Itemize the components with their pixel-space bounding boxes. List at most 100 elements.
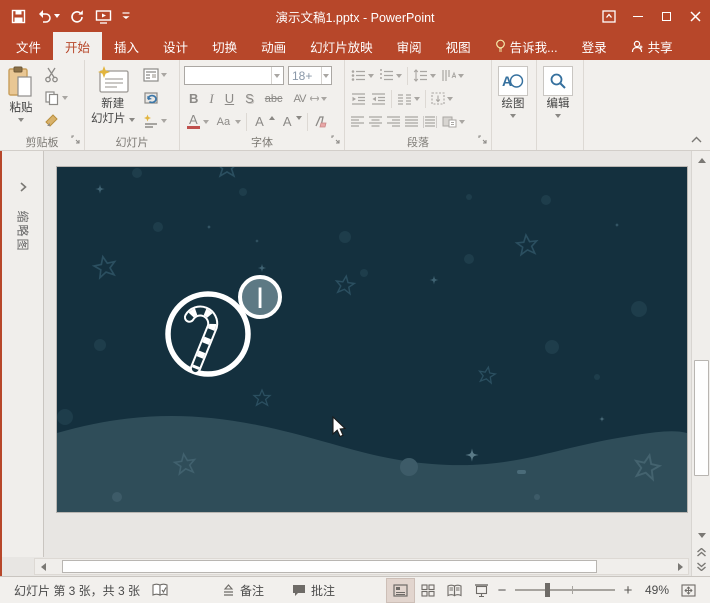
tab-slideshow[interactable]: 幻灯片放映: [298, 32, 385, 60]
normal-view-button[interactable]: [387, 579, 414, 602]
columns-caret[interactable]: [414, 97, 420, 101]
font-size-caret[interactable]: [321, 67, 331, 84]
align-center-button[interactable]: [367, 111, 384, 132]
new-slide-dropdown-caret[interactable]: [129, 118, 135, 122]
collapse-ribbon-button[interactable]: [691, 132, 702, 146]
scroll-up-button[interactable]: [693, 152, 710, 168]
fit-slide-to-window-button[interactable]: [675, 579, 702, 602]
cut-button[interactable]: [42, 64, 70, 85]
reading-view-button[interactable]: [441, 579, 468, 602]
thumbnail-pane-collapsed[interactable]: 缩略图: [2, 151, 44, 557]
copy-button[interactable]: [42, 87, 70, 108]
italic-button[interactable]: I: [204, 88, 218, 109]
font-dialog-launcher[interactable]: [331, 135, 340, 147]
tab-design[interactable]: 设计: [151, 32, 200, 60]
new-slide-button[interactable]: 新建 幻灯片: [87, 63, 139, 134]
zoom-in-button[interactable]: +: [621, 582, 635, 599]
scroll-right-button[interactable]: [672, 559, 688, 574]
tab-share[interactable]: 共享: [619, 32, 685, 60]
tab-animations[interactable]: 动画: [249, 32, 298, 60]
columns-button[interactable]: [395, 88, 422, 109]
zoom-percentage[interactable]: 49%: [635, 583, 669, 597]
drawing-group-button[interactable]: A 绘图: [494, 63, 532, 134]
start-slideshow-button[interactable]: [93, 7, 114, 26]
tab-insert[interactable]: 插入: [102, 32, 151, 60]
drawing-group-caret[interactable]: [510, 114, 516, 118]
tab-tell-me[interactable]: 告诉我...: [483, 32, 570, 60]
editing-group-caret[interactable]: [555, 114, 561, 118]
align-text-button[interactable]: [429, 88, 455, 109]
text-direction-caret[interactable]: [458, 74, 464, 78]
font-name-caret[interactable]: [271, 67, 283, 84]
align-left-button[interactable]: [349, 111, 366, 132]
spell-check-button[interactable]: [146, 583, 174, 597]
font-size-combobox[interactable]: [288, 66, 332, 85]
tab-sign-in[interactable]: 登录: [570, 32, 619, 60]
grow-font-button[interactable]: A: [250, 111, 277, 132]
zoom-slider-handle[interactable]: [545, 583, 550, 597]
notes-button[interactable]: 备注: [216, 582, 270, 599]
zoom-slider[interactable]: [515, 589, 615, 591]
clear-formatting-button[interactable]: [311, 111, 330, 132]
tab-review[interactable]: 审阅: [385, 32, 434, 60]
horizontal-scrollbar-thumb[interactable]: [62, 560, 597, 573]
numbering-caret[interactable]: [396, 74, 402, 78]
vertical-scrollbar[interactable]: [691, 151, 710, 576]
next-slide-button[interactable]: [693, 558, 710, 574]
minimize-button[interactable]: [623, 1, 652, 31]
paste-dropdown-caret[interactable]: [18, 118, 24, 122]
justify-button[interactable]: [403, 111, 420, 132]
change-case-caret[interactable]: [235, 120, 241, 124]
font-name-combobox[interactable]: [184, 66, 284, 85]
tab-home[interactable]: 开始: [53, 32, 102, 60]
copy-dropdown-caret[interactable]: [62, 96, 68, 100]
text-shadow-button[interactable]: S: [240, 88, 259, 109]
strikethrough-button[interactable]: abc: [260, 88, 288, 109]
tab-view[interactable]: 视图: [434, 32, 483, 60]
decrease-indent-button[interactable]: [349, 88, 368, 109]
tab-file[interactable]: 文件: [4, 32, 53, 60]
convert-smartart-button[interactable]: [440, 111, 467, 132]
save-button[interactable]: [9, 7, 28, 26]
slide-layout-button[interactable]: [141, 64, 169, 85]
increase-indent-button[interactable]: [369, 88, 388, 109]
font-color-button[interactable]: A: [184, 111, 211, 132]
undo-dropdown-caret[interactable]: [54, 14, 60, 18]
reset-slide-button[interactable]: [141, 87, 169, 108]
line-spacing-caret[interactable]: [430, 74, 436, 78]
convert-smartart-caret[interactable]: [459, 120, 465, 124]
slide-layout-caret[interactable]: [161, 73, 167, 77]
expand-thumbnails-button[interactable]: [19, 181, 27, 195]
change-case-button[interactable]: Aa: [212, 111, 243, 132]
paste-button[interactable]: 粘贴: [2, 63, 40, 134]
comments-button[interactable]: 批注: [286, 582, 341, 599]
section-button[interactable]: [141, 110, 169, 131]
bullets-caret[interactable]: [368, 74, 374, 78]
section-caret[interactable]: [161, 119, 167, 123]
font-size-input[interactable]: [289, 67, 321, 84]
align-right-button[interactable]: [385, 111, 402, 132]
numbering-button[interactable]: [377, 65, 404, 86]
align-text-caret[interactable]: [447, 97, 453, 101]
text-direction-button[interactable]: [439, 65, 466, 86]
tab-transitions[interactable]: 切换: [200, 32, 249, 60]
font-name-input[interactable]: [185, 67, 271, 84]
slide-canvas[interactable]: I: [57, 167, 687, 512]
font-color-caret[interactable]: [203, 120, 209, 124]
paragraph-dialog-launcher[interactable]: [478, 135, 487, 147]
ribbon-display-options-button[interactable]: [594, 1, 623, 31]
bullets-button[interactable]: [349, 65, 376, 86]
editing-group-button[interactable]: 编辑: [539, 63, 577, 134]
scroll-left-button[interactable]: [35, 559, 51, 574]
character-spacing-caret[interactable]: [321, 97, 327, 101]
undo-button[interactable]: [34, 7, 62, 25]
slide-sorter-view-button[interactable]: [414, 579, 441, 602]
horizontal-scrollbar[interactable]: [34, 558, 689, 575]
scroll-down-button[interactable]: [693, 527, 710, 543]
slide-counter[interactable]: 幻灯片 第 3 张，共 3 张: [8, 582, 146, 599]
distribute-button[interactable]: [421, 111, 439, 132]
maximize-button[interactable]: [652, 1, 681, 31]
customize-qat-button[interactable]: [120, 10, 132, 23]
clipboard-dialog-launcher[interactable]: [71, 135, 80, 147]
slideshow-view-button[interactable]: [468, 579, 495, 602]
